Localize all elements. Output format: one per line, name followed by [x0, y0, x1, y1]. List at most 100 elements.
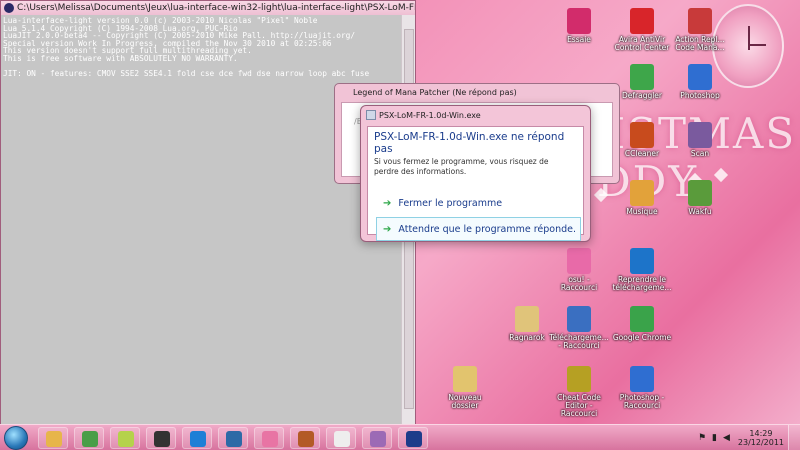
- desktop-icon-label: Wakfu: [688, 207, 712, 216]
- desktop-icon-label: osu! - Raccourci: [560, 275, 598, 292]
- patcher-titlebar[interactable]: Legend of Mana Patcher (Ne répond pas): [335, 84, 619, 100]
- taskbar-teamviewer-button[interactable]: [182, 427, 212, 449]
- desktop-icon[interactable]: Photoshop - Raccourci: [612, 366, 672, 410]
- dialog-title: PSX-LoM-FR-1.0d-Win.exe: [379, 110, 481, 120]
- console-window[interactable]: C:\Users\Melissa\Documents\Jeux\lua-inte…: [0, 0, 416, 425]
- desktop-icon[interactable]: Reprendre le téléchargeme...: [612, 248, 672, 292]
- patcher-title: Legend of Mana Patcher (Ne répond pas): [353, 87, 517, 97]
- tray-network-icon[interactable]: ▮: [712, 433, 717, 443]
- desktop-icon[interactable]: CCleaner: [612, 122, 672, 158]
- desktop-icon-label: CCleaner: [624, 149, 660, 158]
- desktop-icon-label: Avira AntiVir Control Center: [614, 35, 670, 52]
- desktop-icon-label: Cheat Code Editor - Raccourci: [557, 393, 601, 418]
- taskbar-explorer-button[interactable]: [38, 427, 68, 449]
- controller-icon: [334, 431, 350, 447]
- chrome-icon: [82, 431, 98, 447]
- console-titlebar[interactable]: C:\Users\Melissa\Documents\Jeux\lua-inte…: [1, 1, 415, 15]
- desktop-icon-label: Musique: [626, 207, 658, 216]
- desktop-icon-label: Action Repl... Code Mana...: [675, 35, 725, 52]
- tray-flag-icon[interactable]: ⚑: [698, 433, 706, 443]
- taskbar-notepad-button[interactable]: [110, 427, 140, 449]
- lua-icon: [406, 431, 422, 447]
- not-responding-dialog[interactable]: PSX-LoM-FR-1.0d-Win.exe PSX-LoM-FR-1.0d-…: [360, 105, 591, 242]
- desktop-icon[interactable]: Musique: [612, 180, 672, 216]
- pink-app-icon: [262, 431, 278, 447]
- clock-hand-hour: [748, 26, 750, 50]
- system-tray: ⚑ ▮ ◀ 14:29 23/12/2011: [698, 427, 784, 449]
- chest-icon: [298, 431, 314, 447]
- desktop-icon[interactable]: Google Chrome: [612, 306, 672, 342]
- app-icon: [688, 8, 712, 34]
- teamviewer-icon: [190, 431, 206, 447]
- app-icon: [688, 180, 712, 206]
- app-icon: [630, 248, 654, 274]
- wait-program-label: Attendre que le programme réponde.: [398, 223, 577, 235]
- taskbar: ⚑ ▮ ◀ 14:29 23/12/2011: [0, 424, 800, 450]
- desktop-icon[interactable]: Cheat Code Editor - Raccourci: [549, 366, 609, 418]
- close-program-label: Fermer le programme: [398, 197, 503, 209]
- dialog-titlebar[interactable]: PSX-LoM-FR-1.0d-Win.exe: [361, 106, 590, 124]
- desktop-icon[interactable]: Wakfu: [670, 180, 730, 216]
- desktop-icon[interactable]: Avira AntiVir Control Center: [612, 8, 672, 52]
- clock-date: 23/12/2011: [737, 438, 784, 447]
- desktop-icon[interactable]: Action Repl... Code Mana...: [670, 8, 730, 52]
- desktop-icon[interactable]: Téléchargeme... - Raccourci: [549, 306, 609, 350]
- dialog-body: PSX-LoM-FR-1.0d-Win.exe ne répond pas Si…: [367, 126, 584, 241]
- show-desktop-button[interactable]: [788, 425, 800, 450]
- dialog-message: Si vous fermez le programme, vous risque…: [374, 157, 549, 176]
- console-output: Lua-interface-light version 0.0 (c) 2003…: [1, 15, 403, 425]
- green-arrow-icon: ➔: [383, 223, 392, 235]
- close-program-button[interactable]: ➔ Fermer le programme: [376, 191, 581, 215]
- desktop-icon-label: Google Chrome: [612, 333, 672, 342]
- desktop-icon-label: Scan: [690, 149, 710, 158]
- paint-icon: [370, 431, 386, 447]
- eye-icon: [226, 431, 242, 447]
- app-icon: [688, 122, 712, 148]
- wait-program-button[interactable]: ➔ Attendre que le programme réponde.: [376, 217, 581, 241]
- app-icon: [567, 306, 591, 332]
- tray-volume-icon[interactable]: ◀: [723, 433, 730, 443]
- taskbar-chrome-button[interactable]: [74, 427, 104, 449]
- app-icon: [688, 64, 712, 90]
- app-icon: [630, 8, 654, 34]
- taskbar-controller-button[interactable]: [326, 427, 356, 449]
- console-app-icon: [4, 3, 14, 13]
- star-wars-icon: [154, 431, 170, 447]
- app-icon: [630, 180, 654, 206]
- taskbar-star-wars-button[interactable]: [146, 427, 176, 449]
- app-icon: [630, 306, 654, 332]
- desktop-icon[interactable]: Defraggler: [612, 64, 672, 100]
- desktop-icon[interactable]: osu! - Raccourci: [549, 248, 609, 292]
- taskbar-pink-app-button[interactable]: [254, 427, 284, 449]
- clock-hand-minute: [748, 44, 766, 46]
- notepad-icon: [118, 431, 134, 447]
- desktop-icon-label: Nouveau dossier: [448, 393, 482, 410]
- desktop-icon-label: Ragnarok: [509, 333, 545, 342]
- taskbar-chest-button[interactable]: [290, 427, 320, 449]
- desktop-icon[interactable]: Nouveau dossier: [435, 366, 495, 410]
- explorer-icon: [46, 431, 62, 447]
- desktop-icon-label: Essaie: [567, 35, 591, 44]
- taskbar-lua-button[interactable]: [398, 427, 428, 449]
- taskbar-eye-button[interactable]: [218, 427, 248, 449]
- green-arrow-icon: ➔: [383, 197, 392, 209]
- taskbar-paint-button[interactable]: [362, 427, 392, 449]
- start-button[interactable]: [4, 426, 28, 450]
- desktop-icon-label: Reprendre le téléchargeme...: [612, 275, 672, 292]
- app-icon: [630, 366, 654, 392]
- app-icon: [453, 366, 477, 392]
- app-icon: [567, 366, 591, 392]
- app-icon: [630, 122, 654, 148]
- app-icon: [630, 64, 654, 90]
- app-icon: [567, 8, 591, 34]
- desktop-icon-label: Photoshop - Raccourci: [619, 393, 665, 410]
- clock[interactable]: 14:29 23/12/2011: [738, 429, 784, 447]
- desktop-icon[interactable]: Ragnarok: [497, 306, 557, 342]
- app-icon: [567, 248, 591, 274]
- app-icon: [515, 306, 539, 332]
- clock-time: 14:29: [749, 429, 773, 438]
- desktop-icon[interactable]: Scan: [670, 122, 730, 158]
- desktop-icon[interactable]: Essaie: [549, 8, 609, 44]
- desktop-icon-label: Photoshop: [680, 91, 720, 100]
- desktop-icon[interactable]: Photoshop: [670, 64, 730, 100]
